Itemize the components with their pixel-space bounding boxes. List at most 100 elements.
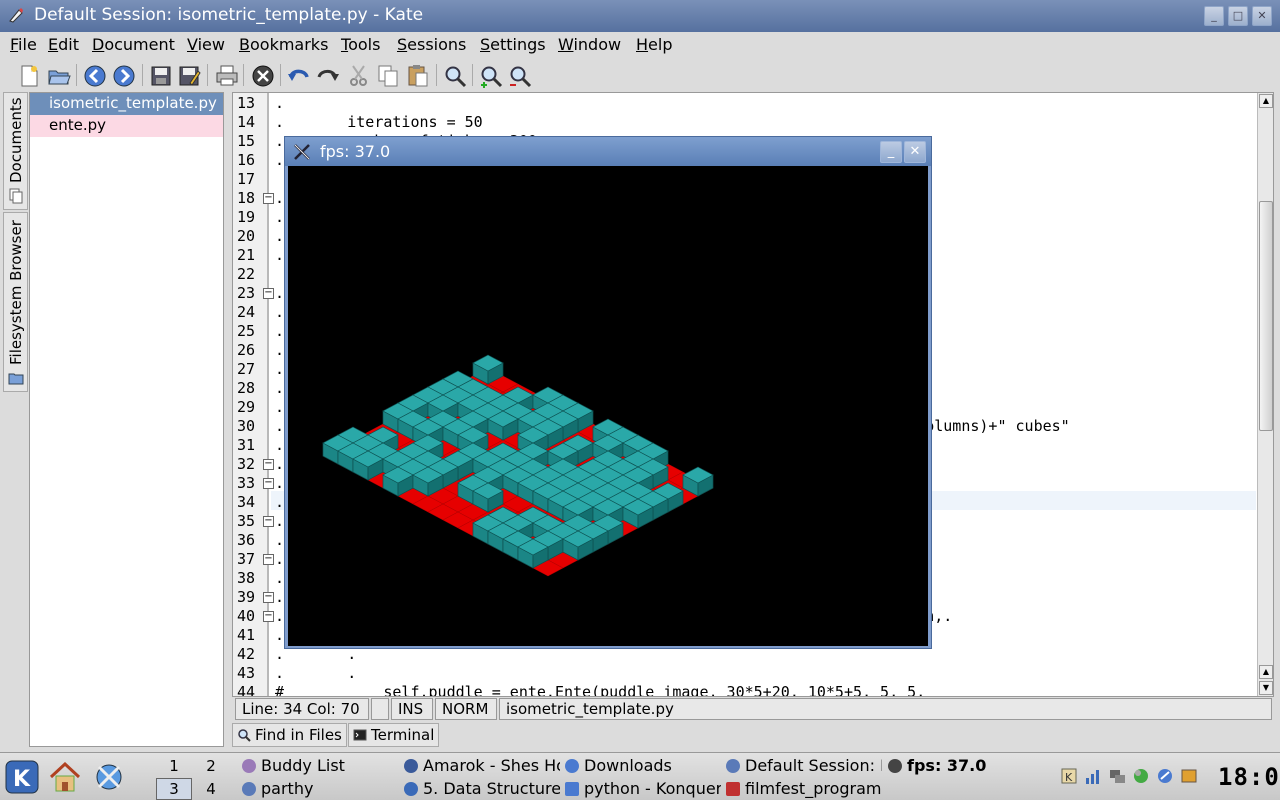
window-titlebar[interactable]: Default Session: isometric_template.py -… <box>0 0 1280 32</box>
code-line: . <box>275 341 285 359</box>
task-fps-window[interactable]: fps: 37.0 <box>886 755 1002 777</box>
task-python-konqueror[interactable]: python - Konquer <box>563 778 721 800</box>
task-label: parthy <box>261 779 314 798</box>
redo-icon[interactable] <box>314 63 340 89</box>
paste-icon[interactable] <box>405 63 431 89</box>
desktop-1[interactable]: 1 <box>156 755 192 777</box>
desktop-2[interactable]: 2 <box>193 755 229 777</box>
line-number: 26 <box>237 341 256 359</box>
fps-window-titlebar[interactable]: fps: 37.0 _ ✕ <box>285 137 931 166</box>
scrollbar-thumb[interactable] <box>1259 201 1273 431</box>
task-filmfest[interactable]: filmfest_program <box>724 778 882 800</box>
open-icon[interactable] <box>46 63 72 89</box>
main-toolbar <box>0 58 1280 92</box>
code-line: . <box>275 94 285 112</box>
save-as-icon[interactable] <box>176 63 202 89</box>
menu-settings[interactable]: Settings <box>480 35 546 54</box>
line-number: 33 <box>237 474 256 492</box>
scroll-up-icon[interactable]: ▲ <box>1259 94 1273 108</box>
find-icon <box>238 729 251 742</box>
task-amarok[interactable]: Amarok - Shes Ho <box>402 755 560 777</box>
menu-file[interactable]: File <box>10 35 37 54</box>
menu-edit[interactable]: Edit <box>48 35 79 54</box>
klipper-icon[interactable]: K <box>1060 767 1078 785</box>
copy-icon[interactable] <box>375 63 401 89</box>
fold-toggle-icon[interactable]: − <box>263 592 274 603</box>
volume-icon[interactable] <box>1084 767 1102 785</box>
tab-find-in-files[interactable]: Find in Files <box>232 723 347 747</box>
desktop-4[interactable]: 4 <box>193 778 229 800</box>
code-line: . <box>275 303 285 321</box>
task-downloads[interactable]: Downloads <box>563 755 721 777</box>
desktop-3[interactable]: 3 <box>156 778 192 800</box>
fold-toggle-icon[interactable]: − <box>263 288 274 299</box>
code-line: . <box>275 379 285 397</box>
fold-toggle-icon[interactable]: − <box>263 193 274 204</box>
back-icon[interactable] <box>82 63 108 89</box>
zoom-in-icon[interactable] <box>478 63 504 89</box>
task-parthy[interactable]: parthy <box>240 778 398 800</box>
menu-sessions[interactable]: Sessions <box>397 35 466 54</box>
fold-toggle-icon[interactable]: − <box>263 554 274 565</box>
menu-bookmarks[interactable]: Bookmarks <box>239 35 328 54</box>
new-icon[interactable] <box>16 63 42 89</box>
menu-tools[interactable]: Tools <box>341 35 380 54</box>
close-window-button[interactable]: ✕ <box>1252 6 1272 26</box>
network-icon[interactable] <box>1108 767 1126 785</box>
tab-terminal[interactable]: Terminal <box>348 723 440 747</box>
tab-documents-label: Documents <box>7 97 25 183</box>
close-window-button[interactable]: ✕ <box>904 141 926 163</box>
fold-toggle-icon[interactable]: − <box>263 611 274 622</box>
kopete-icon[interactable] <box>1132 767 1150 785</box>
line-number: 15 <box>237 132 256 150</box>
close-icon[interactable] <box>250 63 276 89</box>
fps-window[interactable]: fps: 37.0 _ ✕ <box>284 136 932 649</box>
render-canvas[interactable] <box>288 166 928 646</box>
line-number: 27 <box>237 360 256 378</box>
fold-toggle-icon[interactable]: − <box>263 516 274 527</box>
menu-view[interactable]: View <box>187 35 225 54</box>
tab-filesystem-browser[interactable]: Filesystem Browser <box>3 212 28 392</box>
home-icon[interactable] <box>47 759 83 795</box>
minimize-button[interactable]: _ <box>880 141 902 163</box>
menu-document[interactable]: Document <box>92 35 175 54</box>
clock[interactable]: 18:01 <box>1218 763 1280 791</box>
maximize-button[interactable]: □ <box>1228 6 1248 26</box>
line-number: 34 <box>237 493 256 511</box>
cut-icon[interactable] <box>346 63 372 89</box>
konqueror-icon[interactable] <box>91 759 127 795</box>
forward-icon[interactable] <box>111 63 137 89</box>
update-icon[interactable] <box>1156 767 1174 785</box>
code-line: . <box>275 227 285 245</box>
find-icon[interactable] <box>442 63 468 89</box>
insert-mode[interactable]: INS <box>391 698 433 720</box>
print-icon[interactable] <box>214 63 240 89</box>
scroll-down-icon[interactable]: ▼ <box>1259 681 1273 695</box>
edit-mode[interactable]: NORM <box>435 698 497 720</box>
task-buddy-list[interactable]: Buddy List <box>240 755 398 777</box>
menu-window[interactable]: Window <box>558 35 621 54</box>
line-number: 35 <box>237 512 256 530</box>
akregator-icon[interactable] <box>1180 767 1198 785</box>
svg-text:K: K <box>13 767 31 792</box>
tab-documents[interactable]: Documents <box>3 92 28 210</box>
document-item[interactable]: ente.py <box>30 115 223 137</box>
menu-help[interactable]: Help <box>636 35 672 54</box>
task-label: Downloads <box>584 756 672 775</box>
konqueror-icon <box>404 782 418 796</box>
fold-toggle-icon[interactable]: − <box>263 478 274 489</box>
kde-menu-icon[interactable]: K <box>4 759 40 795</box>
vertical-scrollbar[interactable]: ▲ ▲ ▼ <box>1257 93 1273 696</box>
fold-toggle-icon[interactable]: − <box>263 459 274 470</box>
task-kate[interactable]: Default Session: I <box>724 755 882 777</box>
scroll-up-icon[interactable]: ▲ <box>1259 665 1273 679</box>
line-number: 22 <box>237 265 256 283</box>
zoom-out-icon[interactable] <box>507 63 533 89</box>
document-item[interactable]: isometric_template.py <box>30 93 223 115</box>
minimize-button[interactable]: _ <box>1204 6 1224 26</box>
undo-icon[interactable] <box>286 63 312 89</box>
save-icon[interactable] <box>148 63 174 89</box>
line-number: 41 <box>237 626 256 644</box>
code-line: . <box>275 474 285 492</box>
task-data-structure[interactable]: 5. Data Structure <box>402 778 560 800</box>
